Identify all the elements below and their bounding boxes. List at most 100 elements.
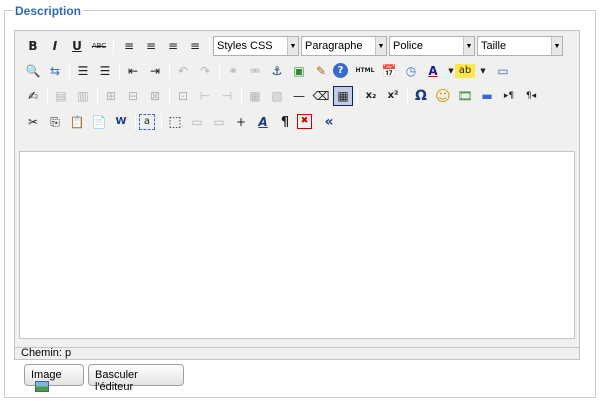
toolbar-separator [209,38,210,54]
paragraph-format-select[interactable]: Paragraphe ▼ [301,36,387,56]
style-props-button[interactable]: A [253,112,273,132]
font-family-select-value: Police [393,40,423,52]
toolbar-row-2: 🔍 ⇆ ☰ ☰ ⇤ ⇥ ↶ ↷ ⚭ ⚮ ⚓ ▣ ✎ ? HTML 📅 ◷ A ▼… [19,58,579,84]
toolbar-separator [47,88,48,104]
description-legend: Description [13,4,84,18]
insert-row-after-button[interactable]: ⊟ [123,86,143,106]
edit-css-button[interactable]: ✍ [23,86,43,106]
cut-button[interactable]: ✂ [23,112,43,132]
editor-toolbar: B I U ABC ≡ ≡ ≡ ≡ Styles CSS ▼ Paragraph… [15,31,579,149]
align-right-button[interactable]: ≡ [163,36,183,56]
insert-media-button[interactable]: 🎞 [455,86,475,106]
paste-text-button[interactable]: 📄 [89,112,109,132]
insert-column-before-button[interactable]: ⊡ [173,86,193,106]
subscript-button[interactable]: x₂ [361,86,381,106]
font-family-select[interactable]: Police ▼ [389,36,475,56]
special-character-button[interactable]: Ω [411,86,431,106]
align-left-button[interactable]: ≡ [119,36,139,56]
align-justify-button[interactable]: ≡ [185,36,205,56]
horizontal-rule-button[interactable]: — [289,86,309,106]
toolbar-separator [357,88,358,104]
copy-button[interactable]: ⎘ [45,112,65,132]
paste-word-button[interactable]: W [111,112,131,132]
link-button[interactable]: ⚭ [223,61,243,81]
superscript-button[interactable]: x² [383,86,403,106]
italic-button[interactable]: I [45,36,65,56]
status-divider [15,347,579,348]
insert-time-button[interactable]: ◷ [401,61,421,81]
toolbar-separator [169,88,170,104]
paste-button[interactable]: 📋 [67,112,87,132]
undo-button[interactable]: ↶ [173,61,193,81]
row-properties-button[interactable]: ▤ [51,86,71,106]
underline-button[interactable]: U [67,36,87,56]
indent-button[interactable]: ⇥ [145,61,165,81]
insert-layer-button[interactable]: ⬚ [165,112,185,132]
help-button[interactable]: ? [333,63,348,78]
anchor-button[interactable]: ⚓ [267,61,287,81]
element-path: Chemin: p [21,347,72,359]
align-center-button[interactable]: ≡ [141,36,161,56]
styles-css-select[interactable]: Styles CSS ▼ [213,36,299,56]
absolute-position-button[interactable]: + [231,112,251,132]
replace-button[interactable]: ⇆ [45,61,65,81]
bullet-list-button[interactable]: ☰ [73,61,93,81]
insert-row-before-button[interactable]: ⊞ [101,86,121,106]
font-size-select-value: Taille [481,40,507,52]
fullscreen-button[interactable]: ▭ [493,61,513,81]
remove-format-button[interactable]: ⌫ [311,86,331,106]
blockquote-button[interactable]: « [319,112,339,132]
chevron-down-icon: ▼ [463,37,474,55]
chevron-down-icon: ▼ [287,37,298,55]
unlink-button[interactable]: ⚮ [245,61,265,81]
chevron-down-icon: ▼ [551,37,562,55]
split-cells-button[interactable]: ▦ [245,86,265,106]
redo-button[interactable]: ↷ [195,61,215,81]
insert-image-button[interactable]: ▣ [289,61,309,81]
rich-text-editor: B I U ABC ≡ ≡ ≡ ≡ Styles CSS ▼ Paragraph… [14,30,580,360]
styles-css-select-value: Styles CSS [217,40,273,52]
image-button[interactable]: Image [24,364,84,392]
show-invisible-chars-button[interactable]: ¶ [275,112,295,132]
toolbar-separator [113,38,114,54]
editor-status-bar: Chemin: p [15,347,579,360]
chevron-down-icon: ▼ [375,37,386,55]
delete-column-button[interactable]: ⊣ [217,86,237,106]
ltr-button[interactable]: ▸¶ [499,86,519,106]
text-color-button[interactable]: A [423,61,443,81]
insert-date-button[interactable]: 📅 [379,61,399,81]
non-breaking-space-button[interactable]: ✖ [297,114,312,129]
strikethrough-button[interactable]: ABC [89,36,109,56]
page-break-button[interactable]: ▬ [477,86,497,106]
numbered-list-button[interactable]: ☰ [95,61,115,81]
rtl-button[interactable]: ¶◂ [521,86,541,106]
outdent-button[interactable]: ⇤ [123,61,143,81]
bold-button[interactable]: B [23,36,43,56]
cell-properties-button[interactable]: ▥ [73,86,93,106]
select-all-button[interactable]: a [139,114,155,130]
toolbar-separator [241,88,242,104]
visual-aid-button[interactable]: ▦ [333,86,353,106]
insert-column-after-button[interactable]: ⊢ [195,86,215,106]
cleanup-button[interactable]: ✎ [311,61,331,81]
toggle-editor-button[interactable]: Basculer l'éditeur [88,364,184,393]
html-source-button[interactable]: HTML [353,61,377,81]
toolbar-row-1: B I U ABC ≡ ≡ ≡ ≡ Styles CSS ▼ Paragraph… [19,33,579,59]
editor-content-area[interactable] [19,151,575,339]
toolbar-separator [135,114,136,130]
toolbar-separator [219,63,220,79]
move-forward-button[interactable]: ▭ [187,112,207,132]
toggle-editor-button-label: Basculer l'éditeur [95,369,138,393]
toolbar-row-3: ✍ ▤ ▥ ⊞ ⊟ ⊠ ⊡ ⊢ ⊣ ▦ ▧ — ⌫ ▦ x₂ x² Ω ☺ 🎞 … [19,83,579,109]
delete-row-button[interactable]: ⊠ [145,86,165,106]
font-size-select[interactable]: Taille ▼ [477,36,563,56]
emoticon-button[interactable]: ☺ [433,86,453,106]
background-color-button[interactable]: ab [455,64,475,78]
toolbar-separator [119,63,120,79]
toolbar-separator [407,88,408,104]
chevron-down-icon[interactable]: ▼ [473,61,493,81]
move-backward-button[interactable]: ▭ [209,112,229,132]
merge-cells-button[interactable]: ▧ [267,86,287,106]
image-button-label: Image [31,369,62,381]
find-button[interactable]: 🔍 [23,61,43,81]
